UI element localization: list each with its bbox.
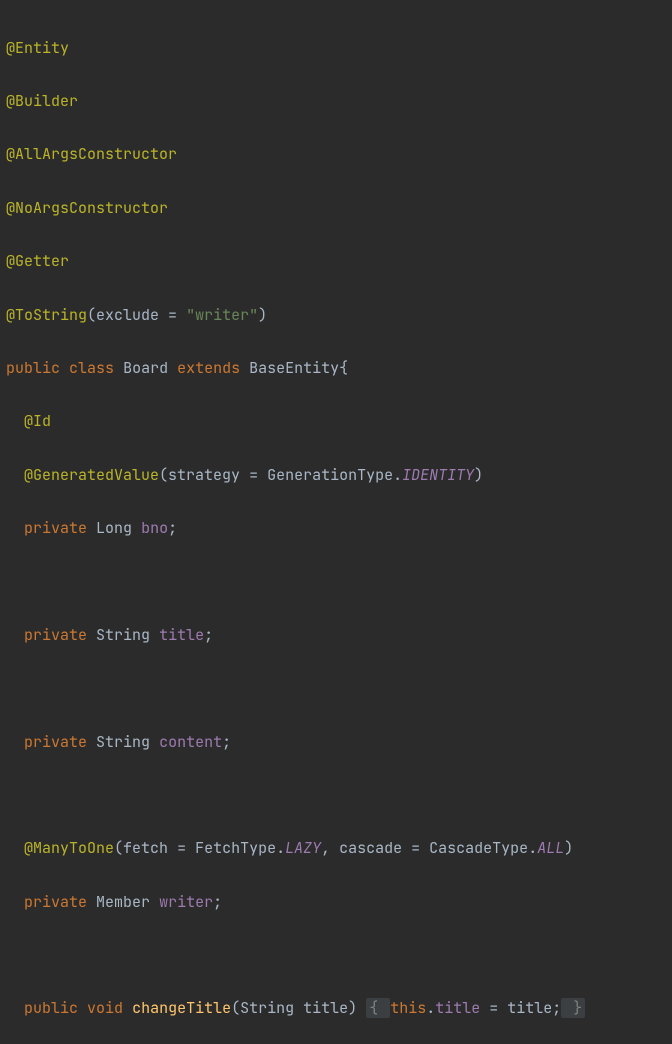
annotation: @Entity — [6, 38, 69, 58]
annotation: @Getter — [6, 251, 69, 271]
punct: ( — [87, 305, 96, 325]
keyword: void — [87, 998, 123, 1018]
field: title — [159, 625, 204, 645]
annotation: @ManyToOne — [24, 838, 114, 858]
punct: , — [321, 838, 339, 858]
enum-const: LAZY — [285, 838, 321, 858]
punct: ) — [258, 305, 267, 325]
annotation: @AllArgsConstructor — [6, 144, 177, 164]
punct: ( — [114, 838, 123, 858]
code-line: @GeneratedValue(strategy = GenerationTyp… — [6, 462, 666, 489]
punct: ) — [348, 998, 357, 1018]
punct: = — [480, 998, 507, 1018]
param-name: cascade — [339, 838, 402, 858]
keyword: extends — [177, 358, 240, 378]
type-ref: Long — [96, 518, 132, 538]
code-line — [6, 675, 666, 702]
code-line: @ManyToOne(fetch = FetchType.LAZY, casca… — [6, 835, 666, 862]
class-ref: FetchType — [195, 838, 276, 858]
class-ref: BaseEntity — [249, 358, 339, 378]
code-line: private Member writer; — [6, 889, 666, 916]
field: content — [159, 732, 222, 752]
code-line: public class Board extends BaseEntity{ — [6, 355, 666, 382]
code-line: @ToString(exclude = "writer") — [6, 302, 666, 329]
punct: . — [276, 838, 285, 858]
punct: . — [426, 998, 435, 1018]
punct: ; — [204, 625, 213, 645]
field: title — [435, 998, 480, 1018]
annotation: @ToString — [6, 305, 87, 325]
punct: ; — [168, 518, 177, 538]
param-name: strategy — [168, 465, 240, 485]
punct: ; — [222, 732, 231, 752]
keyword: private — [24, 625, 87, 645]
class-name: Board — [123, 358, 168, 378]
param-name: exclude — [96, 305, 159, 325]
class-ref: CascadeType — [429, 838, 528, 858]
param-name: title — [303, 998, 348, 1018]
code-line: private String title; — [6, 622, 666, 649]
punct: = — [402, 838, 429, 858]
annotation: @Id — [24, 411, 51, 431]
param-name: fetch — [123, 838, 168, 858]
identifier: title — [507, 998, 552, 1018]
keyword: public — [24, 998, 78, 1018]
keyword: private — [24, 732, 87, 752]
keyword: private — [24, 892, 87, 912]
punct: ) — [474, 465, 483, 485]
punct: ; — [213, 892, 222, 912]
code-line: @Getter — [6, 248, 666, 275]
code-line: public void changeTitle(String title) { … — [6, 995, 666, 1022]
method-name: changeTitle — [132, 998, 231, 1018]
punct: ( — [231, 998, 240, 1018]
code-line: private String content; — [6, 729, 666, 756]
string-literal: "writer" — [186, 305, 258, 325]
annotation: @GeneratedValue — [24, 465, 159, 485]
type-ref: String — [96, 625, 150, 645]
annotation: @Builder — [6, 91, 78, 111]
type-ref: String — [240, 998, 294, 1018]
punct: ( — [159, 465, 168, 485]
code-line — [6, 942, 666, 969]
class-ref: GenerationType — [267, 465, 393, 485]
punct: . — [528, 838, 537, 858]
punct: { — [339, 358, 348, 378]
code-editor[interactable]: @Entity @Builder @AllArgsConstructor @No… — [0, 0, 672, 1044]
folded-block-close[interactable]: } — [561, 998, 585, 1018]
code-line: @NoArgsConstructor — [6, 195, 666, 222]
punct: = — [240, 465, 267, 485]
punct: ) — [564, 838, 573, 858]
code-line: private Long bno; — [6, 515, 666, 542]
keyword: private — [24, 518, 87, 538]
punct: . — [393, 465, 402, 485]
code-line: @Entity — [6, 35, 666, 62]
punct: = — [168, 838, 195, 858]
enum-const: ALL — [537, 838, 564, 858]
code-line — [6, 568, 666, 595]
folded-block-open[interactable]: { — [366, 998, 390, 1018]
keyword: this — [390, 998, 426, 1018]
code-line: @Builder — [6, 88, 666, 115]
field: writer — [159, 892, 213, 912]
type-ref: String — [96, 732, 150, 752]
type-ref: Member — [96, 892, 150, 912]
code-line: @AllArgsConstructor — [6, 141, 666, 168]
punct: = — [159, 305, 186, 325]
code-line: @Id — [6, 408, 666, 435]
field: bno — [141, 518, 168, 538]
keyword: public — [6, 358, 60, 378]
code-line — [6, 782, 666, 809]
annotation: @NoArgsConstructor — [6, 198, 168, 218]
punct: ; — [552, 998, 561, 1018]
keyword: class — [69, 358, 114, 378]
enum-const: IDENTITY — [402, 465, 474, 485]
